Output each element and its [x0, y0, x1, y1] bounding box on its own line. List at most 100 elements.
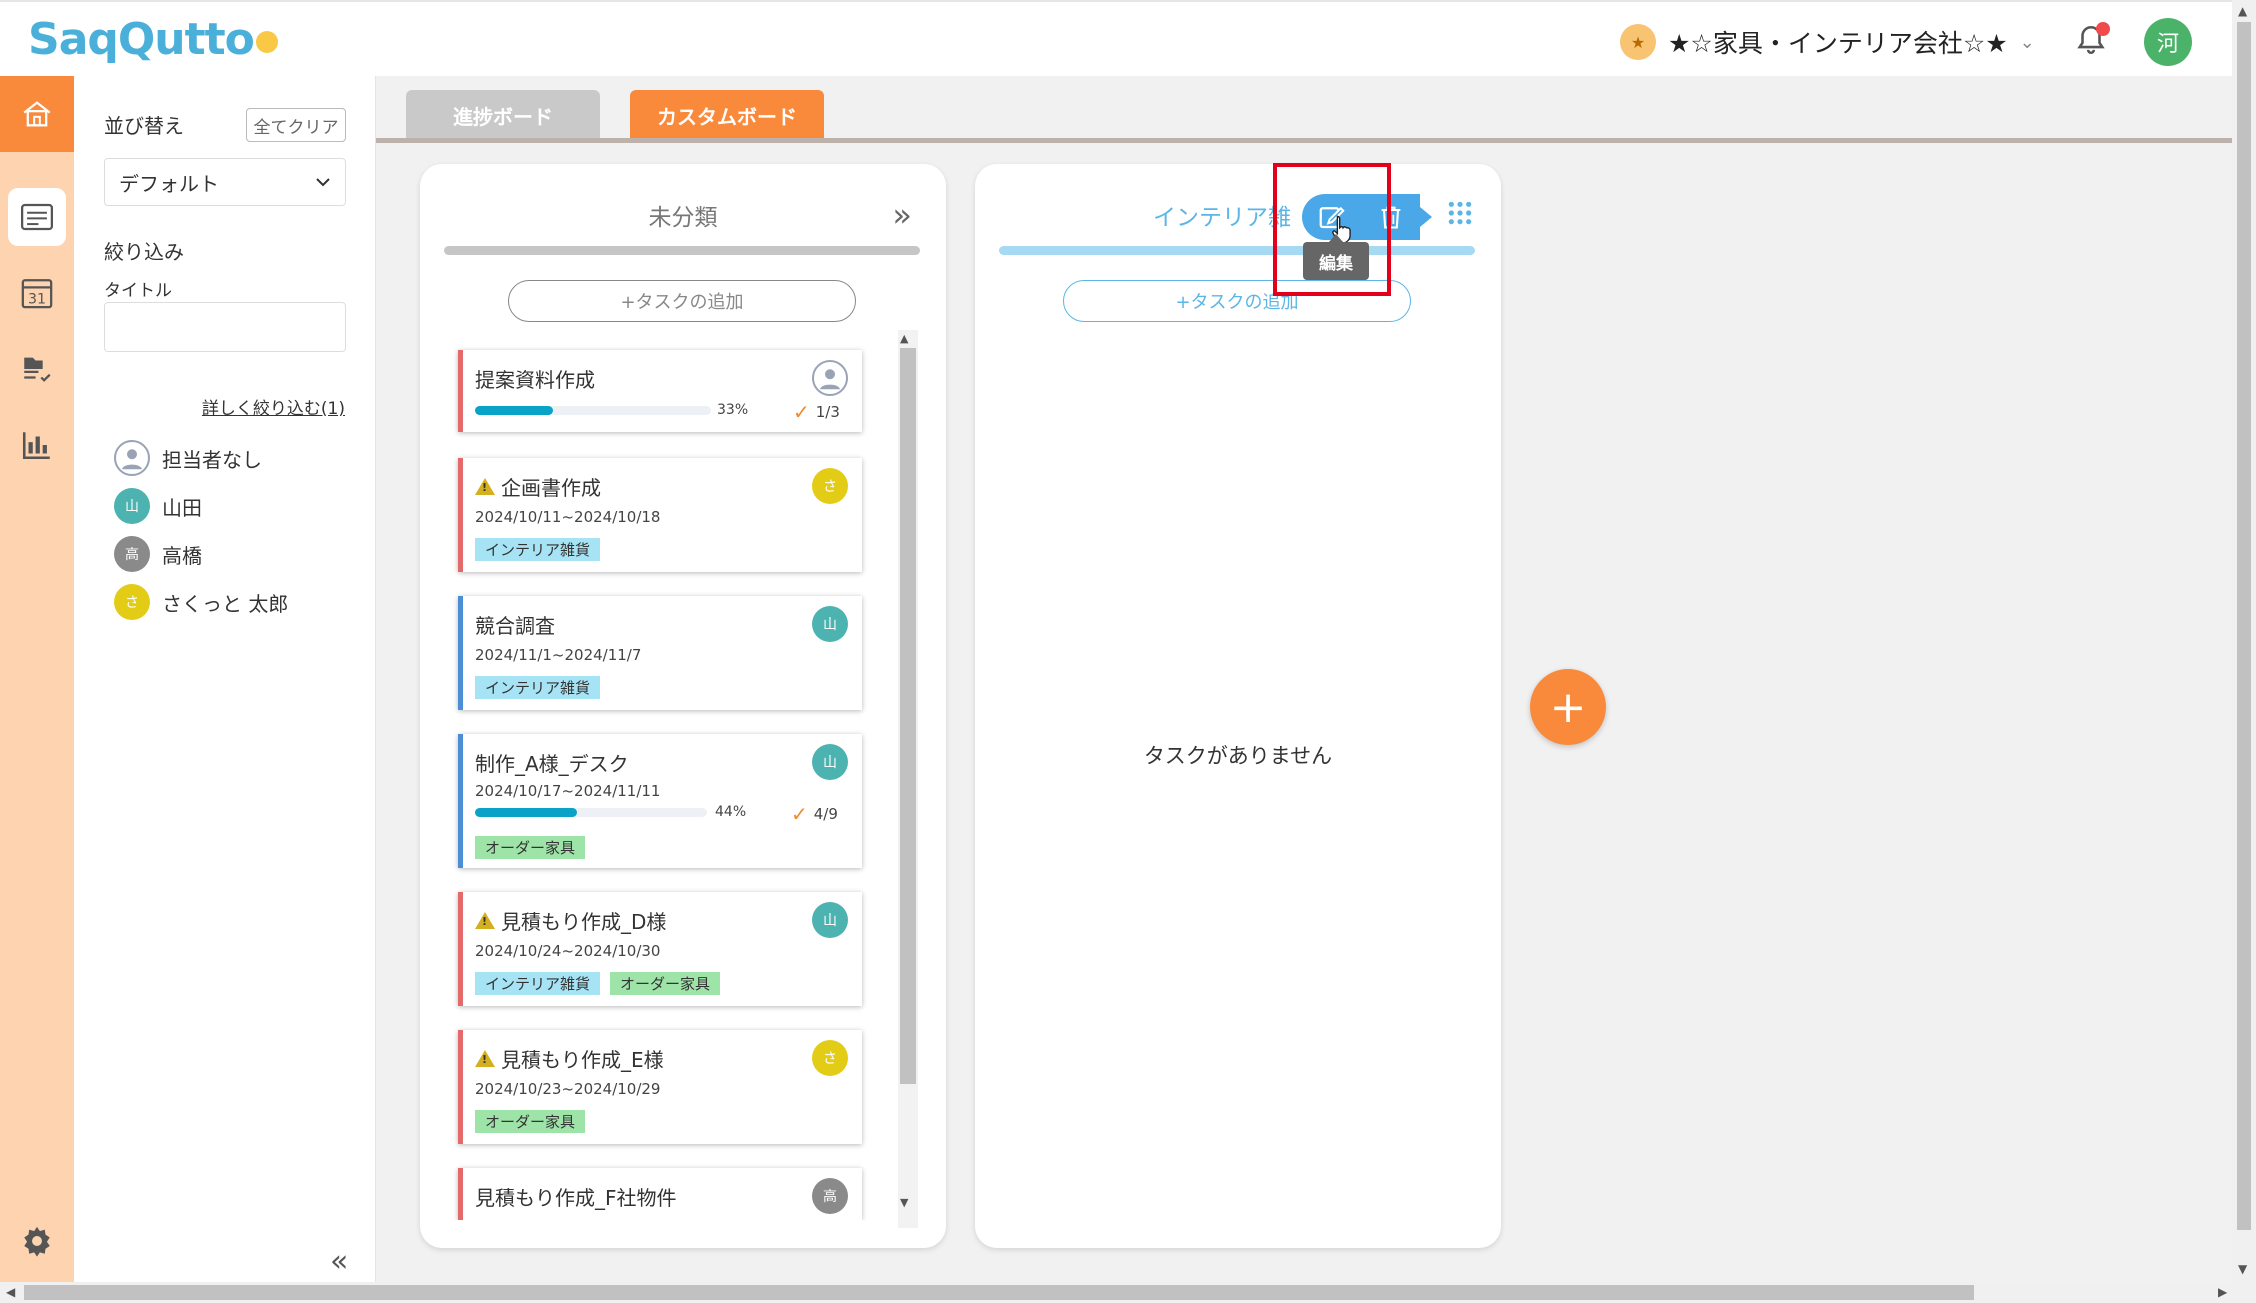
empty-column-message: タスクがありません [1143, 744, 1333, 768]
reports-nav-button[interactable] [8, 416, 66, 474]
task-card[interactable]: 見積もり作成_F社物件 高 [458, 1168, 862, 1220]
progress-fill [475, 406, 553, 415]
progress-percent: 44% [715, 804, 747, 820]
filter-sidebar: 並び替え 全てクリア デフォルト 絞り込み タイトル 詳しく絞り込む(1) 担当… [74, 76, 376, 1282]
tag: オーダー家具 [475, 836, 586, 859]
progress-bar [475, 808, 707, 817]
assignee-avatar: 高 [812, 1178, 848, 1214]
tag: インテリア雑貨 [475, 972, 601, 995]
scroll-left-arrow[interactable]: ◀ [6, 1285, 15, 1299]
home-button[interactable] [0, 76, 74, 152]
assignee-avatar: さ [812, 1040, 848, 1076]
task-card[interactable]: 制作_A様_デスク 山 2024/10/17~2024/11/11 44% ✓ 4… [458, 734, 862, 868]
scroll-up-arrow[interactable]: ▲ [900, 332, 908, 345]
column-title: インテリア雑 [1153, 205, 1291, 231]
scroll-down-arrow[interactable]: ▼ [2238, 1262, 2247, 1276]
card-list-clip [444, 1220, 904, 1244]
window-horizontal-scroll-thumb[interactable] [24, 1285, 1974, 1300]
company-badge: ★ [1620, 24, 1656, 60]
tag: インテリア雑貨 [475, 676, 601, 699]
tab-custom-board[interactable]: カスタムボード [630, 90, 824, 140]
double-chevron-right-icon[interactable]: » [892, 196, 912, 234]
sort-label: 並び替え [104, 114, 184, 138]
sort-select[interactable]: デフォルト [104, 158, 346, 206]
calendar-nav-button[interactable]: 31 [8, 264, 66, 322]
task-date: 2024/10/11~2024/10/18 [475, 508, 661, 526]
window-vertical-scroll-thumb[interactable] [2237, 22, 2251, 1230]
chevron-down-icon [316, 178, 330, 187]
user-avatar[interactable]: 河 [2144, 18, 2192, 66]
assignee-filter-item[interactable]: さ さくっと 太郎 [114, 584, 288, 620]
task-title: 見積もり作成_E様 [475, 1044, 664, 1073]
tag-list: インテリア雑貨 オーダー家具 [475, 972, 721, 995]
check-icon: ✓ [791, 802, 808, 826]
assignee-avatar: 山 [114, 488, 150, 524]
board-column-interior: インテリア雑 +タスクの追加 タスクがありません [975, 164, 1501, 1248]
sort-select-value: デフォルト [119, 171, 219, 196]
column-color-bar [999, 246, 1475, 255]
folder-check-icon [24, 357, 51, 382]
add-column-button[interactable]: + [1530, 669, 1606, 745]
tag-list: インテリア雑貨 [475, 538, 601, 561]
files-nav-button[interactable] [8, 340, 66, 398]
task-date: 2024/10/24~2024/10/30 [475, 942, 661, 960]
tag: オーダー家具 [475, 1110, 586, 1133]
progress-percent: 33% [717, 402, 749, 418]
assignee-avatar: 山 [812, 606, 848, 642]
task-date: 2024/10/23~2024/10/29 [475, 1080, 661, 1098]
add-task-button[interactable]: +タスクの追加 [508, 280, 856, 322]
board-icon [20, 203, 54, 231]
task-card[interactable]: 見積もり作成_D様 山 2024/10/24~2024/10/30 インテリア雑… [458, 892, 862, 1006]
task-title: 企画書作成 [475, 472, 601, 501]
task-card[interactable]: 競合調査 山 2024/11/1~2024/11/7 インテリア雑貨 [458, 596, 862, 710]
scroll-down-arrow[interactable]: ▼ [900, 1196, 908, 1209]
task-card[interactable]: 企画書作成 さ 2024/10/11~2024/10/18 インテリア雑貨 [458, 458, 862, 572]
drag-handle-icon[interactable] [1447, 200, 1473, 226]
check-icon: ✓ [793, 400, 810, 424]
progress-fill [475, 808, 578, 817]
assignee-avatar: さ [114, 584, 150, 620]
title-filter-input[interactable] [104, 302, 346, 352]
tag-list: オーダー家具 [475, 1110, 586, 1133]
assignee-avatar: さ [812, 468, 848, 504]
chevron-down-icon: ⌄ [2019, 31, 2035, 53]
tag-list: インテリア雑貨 [475, 676, 601, 699]
bar-chart-icon [22, 432, 50, 460]
task-title: 提案資料作成 [475, 368, 595, 392]
logo-dot [255, 31, 278, 53]
company-switcher[interactable]: ★ ★☆家具・インテリア会社☆★ ⌄ [1620, 24, 2035, 60]
top-header: SaqQutto ★ ★☆家具・インテリア会社☆★ ⌄ 河 [0, 0, 2232, 76]
task-title: 見積もり作成_F社物件 [475, 1186, 677, 1210]
card-list-scroll-thumb[interactable] [900, 348, 916, 1084]
scroll-up-arrow[interactable]: ▲ [2238, 4, 2247, 18]
filter-label: 絞り込み [104, 240, 184, 264]
task-title: 見積もり作成_D様 [475, 906, 666, 935]
warning-icon [475, 912, 495, 929]
assignee-filter-item[interactable]: 山 山田 [114, 488, 202, 524]
assignee-avatar: 山 [812, 744, 848, 780]
calendar-icon: 31 [21, 279, 53, 309]
tab-divider [376, 138, 2232, 143]
title-filter-label: タイトル [104, 281, 172, 301]
task-card[interactable]: 見積もり作成_E様 さ 2024/10/23~2024/10/29 オーダー家具 [458, 1030, 862, 1144]
warning-icon [475, 478, 495, 495]
left-nav-rail: 31 [0, 76, 74, 1282]
scroll-right-arrow[interactable]: ▶ [2218, 1285, 2227, 1299]
tab-progress-board[interactable]: 進捗ボード [406, 90, 600, 140]
gear-icon[interactable] [20, 1224, 54, 1258]
detailed-filter-link[interactable]: 詳しく絞り込む(1) [202, 394, 345, 419]
checklist-count: ✓ 4/9 [791, 802, 838, 826]
tag-list: オーダー家具 [475, 836, 586, 859]
collapse-sidebar-icon[interactable]: « [330, 1244, 348, 1279]
board-nav-button[interactable] [8, 188, 66, 246]
task-card[interactable]: 提案資料作成 33% ✓ 1/3 [458, 350, 862, 432]
checklist-count: ✓ 1/3 [793, 400, 840, 424]
app-logo[interactable]: SaqQutto [28, 14, 278, 65]
warning-icon [475, 1050, 495, 1067]
assignee-filter-item[interactable]: 担当者なし [114, 440, 262, 476]
svg-text:31: 31 [28, 292, 46, 308]
assignee-name: さくっと 太郎 [162, 591, 289, 616]
clear-all-button[interactable]: 全てクリア [246, 108, 346, 142]
assignee-filter-item[interactable]: 高 高橋 [114, 536, 202, 572]
column-color-bar [444, 246, 920, 255]
